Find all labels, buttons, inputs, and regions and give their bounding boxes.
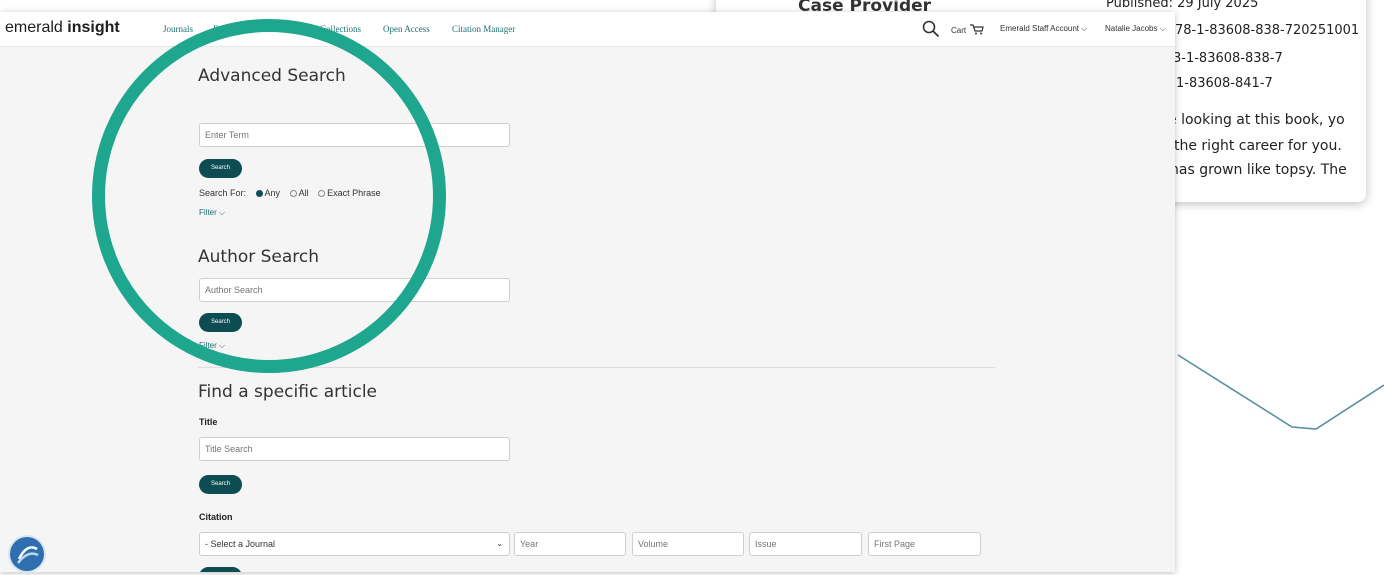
description-line-1: e looking at this book, yo bbox=[1168, 112, 1345, 128]
chevron-down-icon: ⌄ bbox=[496, 539, 503, 548]
first-page-input[interactable] bbox=[868, 532, 981, 556]
isbn-line-2: 3-1-83608-838-7 bbox=[1173, 51, 1283, 66]
section-divider bbox=[198, 367, 995, 368]
cart-icon bbox=[970, 24, 985, 35]
nav-open-access[interactable]: Open Access bbox=[383, 24, 430, 34]
isbn-line-3: 1-83608-841-7 bbox=[1176, 76, 1273, 91]
description-line-3: has grown like topsy. The bbox=[1170, 162, 1347, 178]
volume-input[interactable] bbox=[632, 532, 744, 556]
title-search-button[interactable]: Search bbox=[199, 475, 242, 494]
logo-emerald: emerald bbox=[5, 19, 63, 36]
logo-insight: insight bbox=[67, 19, 120, 36]
journal-select-value: - Select a Journal bbox=[205, 539, 276, 549]
staff-account-label: Emerald Staff Account bbox=[1000, 24, 1080, 33]
isbn-line-1: 78-1-83608-838-720251001 bbox=[1175, 23, 1360, 38]
help-chat-button[interactable] bbox=[10, 537, 44, 571]
title-label: Title bbox=[199, 417, 218, 427]
issue-input[interactable] bbox=[749, 532, 862, 556]
staff-account-menu[interactable]: Emerald Staff Account ⌵ bbox=[1000, 24, 1087, 34]
chevron-down-icon: ⌵ bbox=[1079, 24, 1088, 33]
cart-label: Cart bbox=[951, 26, 967, 35]
citation-label: Citation bbox=[199, 512, 233, 522]
top-navigation-bar: emerald insight Journals Books Case Stud… bbox=[0, 12, 1175, 47]
specific-article-heading: Find a specific article bbox=[198, 382, 378, 402]
nav-citation-manager[interactable]: Citation Manager bbox=[452, 24, 515, 34]
user-menu[interactable]: Natalie Jacobs ⌵ bbox=[1105, 24, 1166, 34]
user-name: Natalie Jacobs bbox=[1105, 24, 1158, 33]
nav-journals[interactable]: Journals bbox=[163, 24, 193, 34]
highlight-circle bbox=[92, 19, 446, 373]
search-icon[interactable] bbox=[922, 20, 940, 38]
year-input[interactable] bbox=[514, 532, 626, 556]
cart-link[interactable]: Cart bbox=[951, 24, 985, 35]
published-date: Published: 29 July 2025 bbox=[1106, 0, 1259, 11]
emerald-insight-logo[interactable]: emerald insight bbox=[5, 19, 120, 37]
journal-select[interactable]: - Select a Journal ⌄ bbox=[199, 532, 510, 556]
title-search-input[interactable] bbox=[199, 437, 510, 461]
help-logo-icon bbox=[17, 546, 39, 564]
chevron-down-icon: ⌵ bbox=[1157, 24, 1166, 33]
description-line-2: the right career for you. bbox=[1174, 138, 1342, 154]
decorative-line bbox=[1177, 354, 1384, 430]
